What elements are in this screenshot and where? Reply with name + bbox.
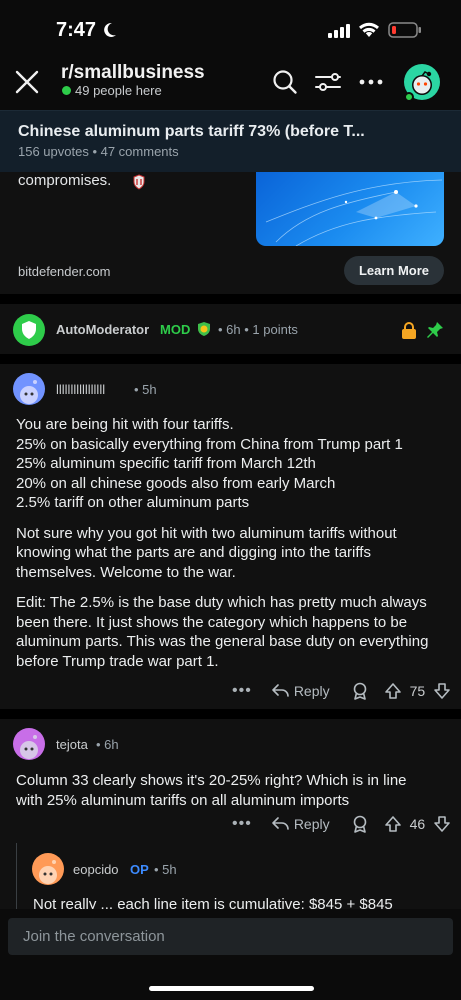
battery-low-icon: [388, 22, 421, 38]
comment-composer: Join the conversation: [0, 909, 461, 1000]
upvote-icon[interactable]: [384, 682, 402, 700]
comment-actions: ••• Reply 46: [232, 813, 451, 835]
close-icon[interactable]: [14, 69, 40, 95]
mod-shield-emoji-icon: [198, 322, 210, 336]
reply-button[interactable]: Reply: [272, 683, 330, 699]
shield-icon: [133, 174, 145, 190]
online-count: 49 people here: [75, 83, 162, 98]
comment-time: • 6h: [96, 737, 119, 752]
comment-more-icon[interactable]: •••: [232, 682, 252, 700]
moon-icon: [104, 22, 116, 37]
subreddit-header: r/smallbusiness 49 people here: [0, 56, 461, 110]
comment: lllllllllllllllll • 5h You are being hit…: [0, 364, 461, 709]
filter-icon[interactable]: [314, 69, 342, 95]
op-badge: OP: [130, 862, 149, 877]
ad-text: compromises.: [18, 172, 112, 189]
post-title-bar[interactable]: Chinese aluminum parts tariff 73% (befor…: [0, 110, 461, 172]
status-bar: 7:47: [0, 0, 461, 56]
comment-paragraph: Not sure why you got hit with two alumin…: [16, 524, 397, 581]
upvote-icon[interactable]: [384, 815, 402, 833]
home-indicator: [149, 986, 314, 991]
automoderator-avatar: [13, 314, 45, 346]
downvote-icon[interactable]: [433, 815, 451, 833]
comment-meta: • 6h • 1 points: [218, 322, 298, 337]
commenter-avatar[interactable]: [13, 373, 45, 405]
subreddit-name[interactable]: r/smallbusiness: [61, 62, 205, 84]
award-icon[interactable]: [352, 815, 368, 833]
thread-line: [16, 843, 17, 917]
ad-domain[interactable]: bitdefender.com: [18, 264, 111, 279]
online-indicator: [62, 86, 71, 95]
award-icon[interactable]: [352, 682, 368, 700]
comment-author[interactable]: eopcido: [73, 862, 119, 877]
comment-author[interactable]: AutoModerator: [56, 322, 149, 337]
comment-body: You are being hit with four tariffs. 25%…: [16, 415, 446, 682]
vote-count: 46: [409, 816, 426, 832]
vote-count: 75: [409, 683, 426, 699]
nested-comment: eopcido OP • 5h Not really ... each line…: [0, 843, 461, 913]
join-conversation-input[interactable]: Join the conversation: [8, 918, 453, 955]
commenter-avatar[interactable]: [32, 853, 64, 885]
comment-actions: ••• Reply 75: [232, 680, 451, 702]
post-meta: 156 upvotes • 47 comments: [18, 144, 179, 159]
more-options-icon[interactable]: [358, 70, 384, 94]
ad-image[interactable]: [256, 172, 444, 246]
learn-more-button[interactable]: Learn More: [344, 256, 444, 285]
pin-icon: [427, 322, 443, 338]
comment-paragraph: Edit: The 2.5% is the base duty which ha…: [16, 594, 429, 670]
mod-badge: MOD: [160, 322, 191, 337]
comment-paragraph: Column 33 clearly shows it's 20-25% righ…: [16, 772, 407, 809]
reply-icon: [272, 817, 289, 830]
commenter-avatar[interactable]: [13, 728, 45, 760]
comment-time: • 5h: [134, 382, 157, 397]
comment: tejota • 6h Column 33 clearly shows it's…: [0, 719, 461, 843]
search-icon[interactable]: [272, 69, 298, 95]
cellular-signal-icon: [328, 24, 350, 38]
comment-author[interactable]: lllllllllllllllll: [56, 382, 105, 397]
composer-placeholder: Join the conversation: [23, 928, 165, 945]
comment-time: • 5h: [154, 862, 177, 877]
promoted-ad: compromises. bitdefender.com Learn More: [0, 172, 461, 294]
reply-icon: [272, 684, 289, 697]
comment-author[interactable]: tejota: [56, 737, 88, 752]
lock-icon: [402, 322, 416, 339]
status-time: 7:47: [56, 19, 97, 41]
post-title: Chinese aluminum parts tariff 73% (befor…: [18, 123, 365, 140]
online-status-dot: [404, 92, 414, 102]
reply-button[interactable]: Reply: [272, 816, 330, 832]
wifi-icon: [359, 22, 379, 37]
comment-more-icon[interactable]: •••: [232, 815, 252, 833]
automoderator-comment[interactable]: AutoModerator MOD • 6h • 1 points: [0, 304, 461, 354]
comment-paragraph: You are being hit with four tariffs. 25%…: [16, 416, 403, 511]
downvote-icon[interactable]: [433, 682, 451, 700]
